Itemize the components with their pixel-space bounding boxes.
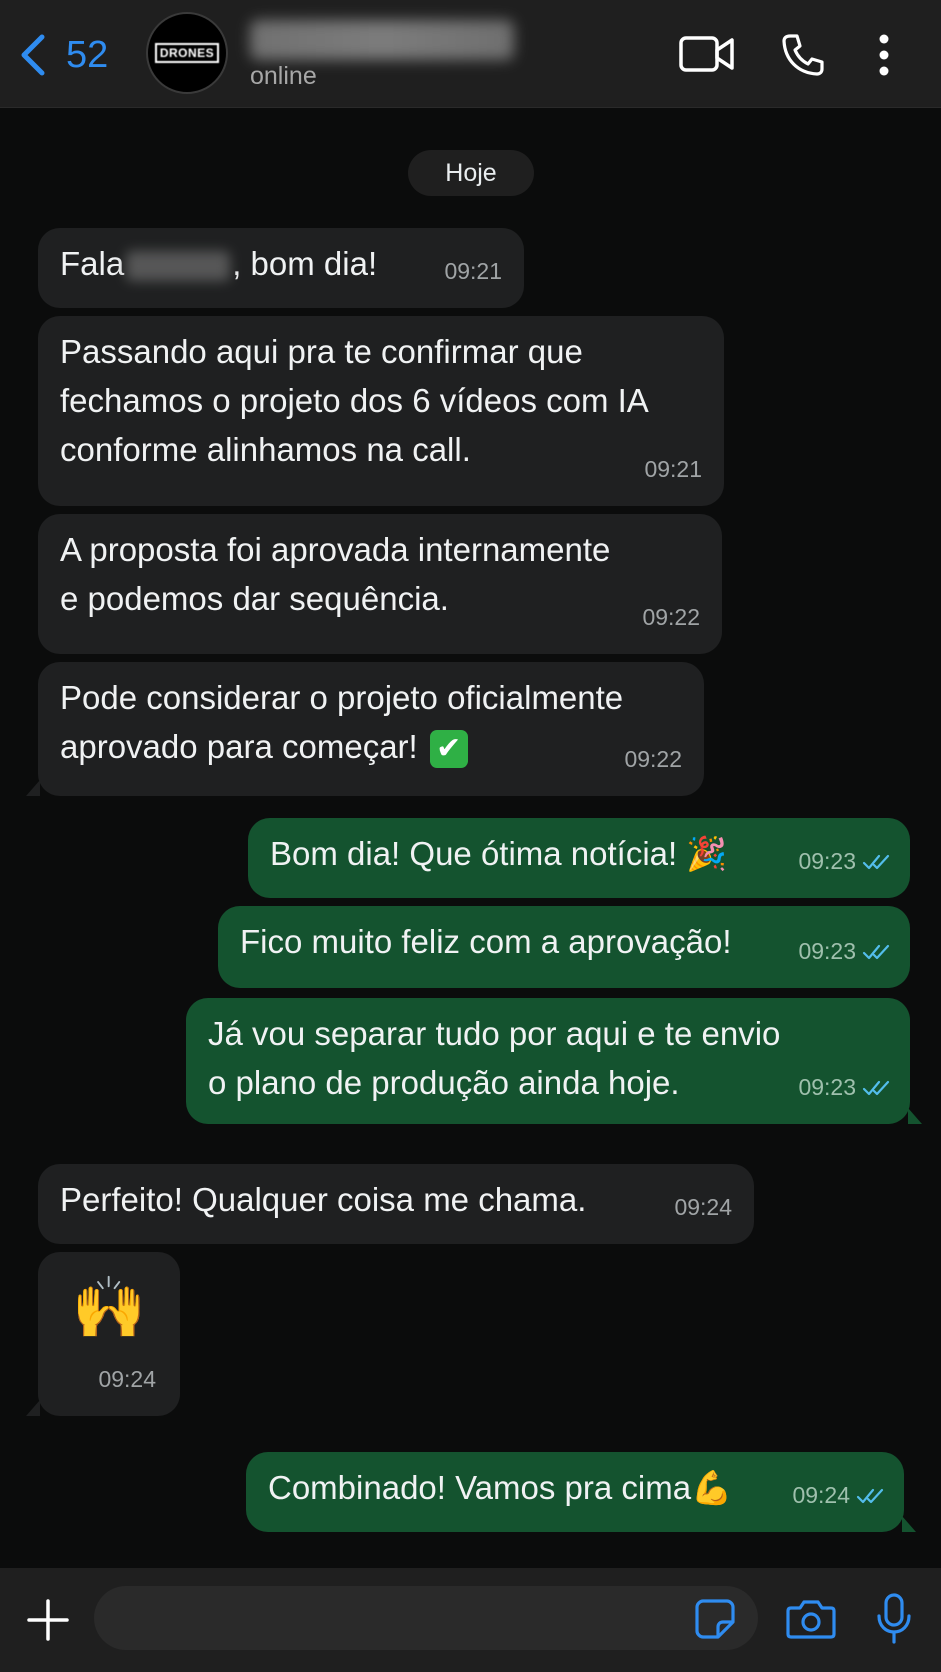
flexed-biceps-emoji: 💪 <box>691 1468 733 1507</box>
bubble-tail <box>908 1108 922 1124</box>
contact-status: online <box>250 62 317 90</box>
back-button[interactable]: 52 <box>18 30 108 80</box>
avatar-logo: DRONES <box>154 43 220 63</box>
message-text: Combinado! Vamos pra cima <box>268 1469 692 1506</box>
sticker-icon <box>695 1599 735 1639</box>
raising-hands-emoji: 🙌 <box>71 1273 147 1343</box>
chat-area[interactable]: Hoje Fala , bom dia! 09:21 Passando aqui … <box>0 108 941 1568</box>
chevron-left-icon <box>21 34 45 76</box>
outgoing-message[interactable]: Fico muito feliz com a aprovação! 09:23 <box>218 906 910 988</box>
message-text: Perfeito! Qualquer coisa me chama. <box>60 1181 587 1218</box>
incoming-message[interactable]: Perfeito! Qualquer coisa me chama. 09:24 <box>38 1164 754 1244</box>
message-time: 09:24 <box>792 1471 886 1520</box>
composer-bar <box>0 1568 941 1672</box>
double-check-icon <box>862 1080 890 1095</box>
voice-message-button[interactable] <box>874 1592 914 1651</box>
date-separator: Hoje <box>408 150 534 196</box>
message-time: 09:24 <box>674 1194 732 1220</box>
microphone-icon <box>877 1593 911 1644</box>
chat-header: 52 DRONES online <box>0 0 941 108</box>
voice-call-button[interactable] <box>780 32 826 78</box>
incoming-message[interactable]: Passando aqui pra te confirmar que fecha… <box>38 316 724 506</box>
incoming-message[interactable]: A proposta foi aprovada internamente e p… <box>38 514 722 654</box>
message-time: 09:21 <box>444 258 502 284</box>
message-text: Já vou separar tudo por aqui e te envio … <box>208 1015 781 1101</box>
attach-button[interactable] <box>26 1598 70 1647</box>
camera-button[interactable] <box>786 1598 836 1645</box>
outgoing-message[interactable]: Bom dia! Que ótima notícia! 🎉 09:23 <box>248 818 910 898</box>
message-text: Fala <box>60 245 125 282</box>
incoming-message[interactable]: Fala , bom dia! 09:21 <box>38 228 524 308</box>
double-check-icon <box>862 854 890 869</box>
camera-icon <box>786 1600 836 1639</box>
avatar[interactable]: DRONES <box>146 12 228 94</box>
message-time: 09:22 <box>624 746 682 772</box>
more-vertical-icon <box>879 34 889 76</box>
more-options-button[interactable] <box>872 32 896 78</box>
sticker-button[interactable] <box>694 1598 736 1645</box>
message-time: 09:21 <box>644 456 702 482</box>
video-call-button[interactable] <box>678 32 736 76</box>
double-check-icon <box>856 1488 884 1503</box>
plus-icon <box>27 1599 69 1641</box>
message-text: Passando aqui pra te confirmar que fecha… <box>60 333 649 468</box>
party-popper-emoji: 🎉 <box>686 834 728 873</box>
message-text: Pode considerar o projeto oficialmente a… <box>60 673 682 771</box>
bubble-tail <box>902 1516 916 1532</box>
unread-count: 52 <box>66 33 109 76</box>
check-mark-emoji: ✔ <box>429 730 468 769</box>
redacted-name <box>126 251 231 282</box>
message-time: 09:22 <box>642 604 700 630</box>
video-call-icon <box>679 36 734 72</box>
message-time: 09:23 <box>798 927 892 976</box>
message-text: Fico muito feliz com a aprovação! <box>240 923 732 960</box>
message-time: 09:23 <box>798 837 892 886</box>
incoming-message[interactable]: Pode considerar o projeto oficialmente a… <box>26 662 704 796</box>
phone-icon <box>782 34 824 76</box>
message-time: 09:24 <box>98 1366 156 1392</box>
message-input[interactable] <box>94 1586 758 1650</box>
contact-name-redacted[interactable] <box>250 20 514 60</box>
double-check-icon <box>862 944 890 959</box>
message-time: 09:23 <box>798 1063 892 1112</box>
bubble-tail <box>26 1400 40 1416</box>
message-text: Bom dia! Que ótima notícia! <box>270 835 678 872</box>
outgoing-message[interactable]: Combinado! Vamos pra cima💪 09:24 <box>246 1452 916 1532</box>
outgoing-message[interactable]: Já vou separar tudo por aqui e te envio … <box>186 998 922 1124</box>
message-text: , bom dia! <box>232 245 378 282</box>
message-text: A proposta foi aprovada internamente e p… <box>60 531 611 617</box>
incoming-message[interactable]: 🙌 09:24 <box>26 1252 180 1416</box>
bubble-tail <box>26 780 40 796</box>
